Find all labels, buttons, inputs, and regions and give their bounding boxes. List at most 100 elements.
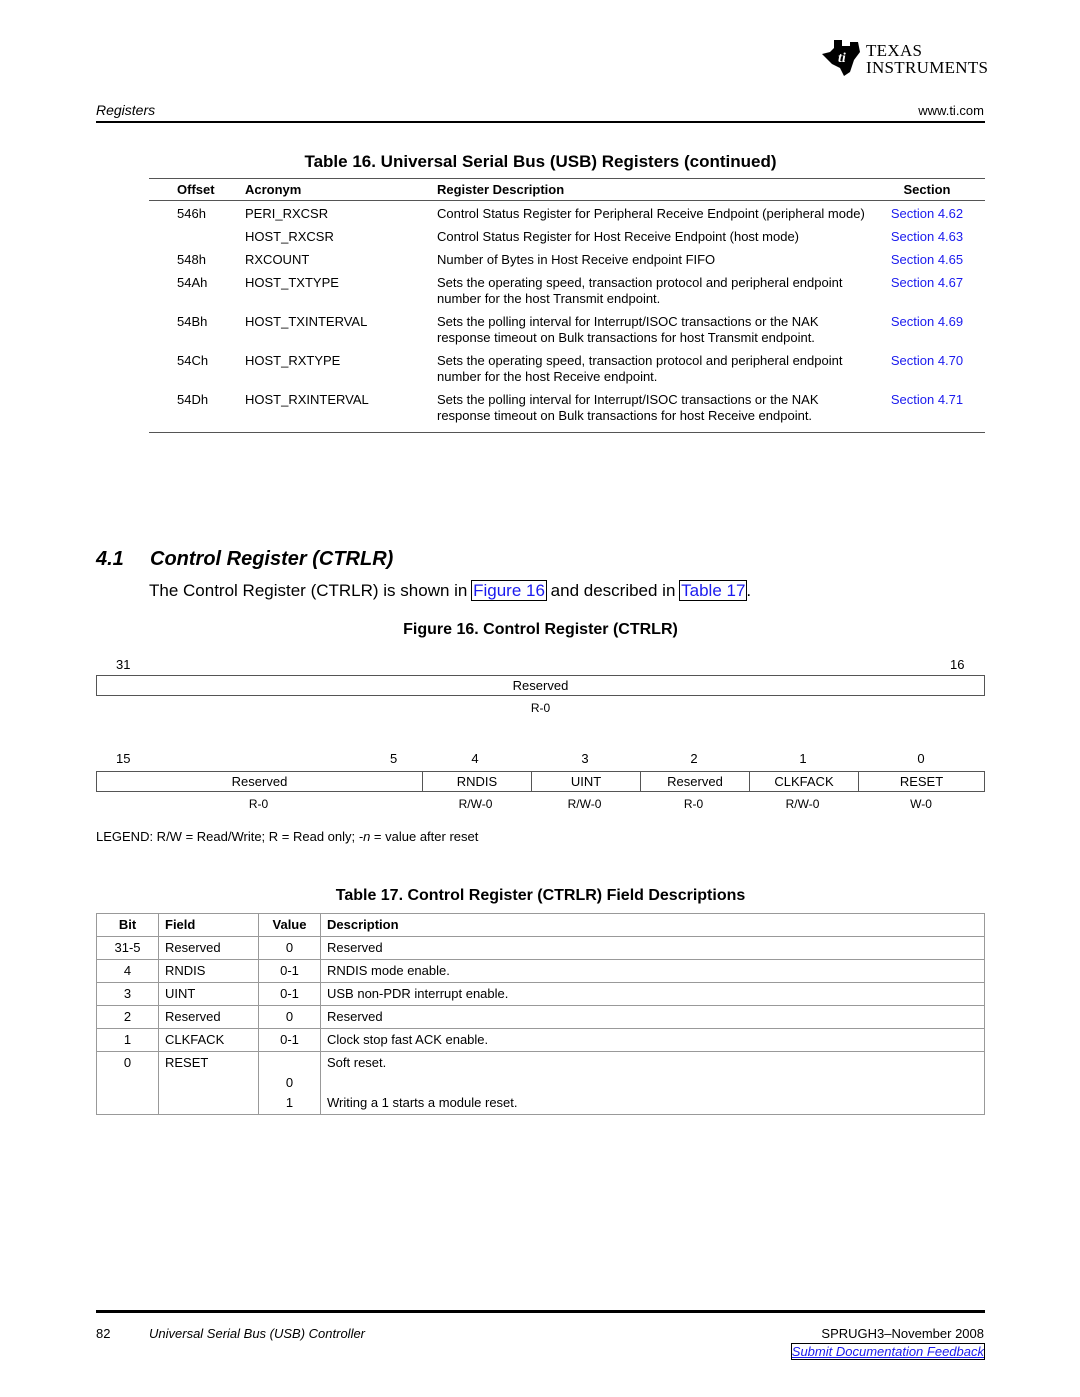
field-cell: RNDIS [158, 959, 259, 983]
footer-rule [96, 1310, 985, 1313]
col-bit: Bit [96, 913, 159, 937]
section-link[interactable]: Section 4.62 [891, 206, 963, 221]
description-cell: Reserved [320, 936, 985, 960]
footer-doc-id: SPRUGH3–November 2008 [821, 1326, 984, 1341]
value-cell: 1 [258, 1094, 321, 1115]
value-cell: 0-1 [258, 1028, 321, 1052]
register-field-reset: RESET [858, 772, 984, 791]
value-cell: 0 [258, 1005, 321, 1029]
legend-n: -n [358, 829, 371, 844]
description-cell: USB non-PDR interrupt enable. [320, 982, 985, 1006]
section-link[interactable]: Section 4.65 [891, 252, 963, 267]
empty-cell [96, 1094, 159, 1115]
table17-header-row: Bit Field Value Description [96, 913, 985, 937]
legend-text: LEGEND: R/W = Read/Write; R = Read only; [96, 829, 359, 844]
figure16-title: Figure 16. Control Register (CTRLR) [403, 621, 678, 638]
ti-wordmark: Texas Instruments [866, 41, 989, 77]
description-cell: Reserved [320, 1005, 985, 1029]
acronym-cell: HOST_RXINTERVAL [245, 387, 437, 433]
table17-row: 1 CLKFACK 0-1 Clock stop fast ACK enable. [96, 1028, 985, 1052]
col-register-description: Register Description [437, 178, 869, 201]
value-cell: 0 [258, 1074, 321, 1094]
offset-cell [149, 224, 245, 247]
table16-row: HOST_RXCSR Control Status Register for Ho… [149, 224, 985, 247]
field-cell: UINT [158, 982, 259, 1006]
register-field-reserved-2: Reserved [640, 772, 749, 791]
table17-row: 0 RESET Soft reset. [96, 1051, 985, 1074]
col-acronym: Acronym [245, 178, 437, 201]
col-offset: Offset [149, 178, 245, 201]
section-link[interactable]: Section 4.69 [891, 314, 963, 329]
offset-cell: 546h [177, 206, 206, 221]
section-link[interactable]: Section 4.63 [891, 229, 963, 244]
section-number: 4.1 [96, 548, 124, 570]
bit-cell: 1 [96, 1028, 159, 1052]
bit-cell: 0 [96, 1051, 159, 1074]
field-cell: Reserved [158, 936, 259, 960]
section-link[interactable]: Section 4.71 [891, 392, 963, 407]
description-cell: Control Status Register for Peripheral R… [437, 206, 865, 221]
description-cell: Clock stop fast ACK enable. [320, 1028, 985, 1052]
bit-cell: 2 [96, 1005, 159, 1029]
bit-label-3: 3 [581, 751, 589, 766]
submit-feedback-link[interactable]: Submit Documentation Feedback [790, 1343, 986, 1360]
register-field-reserved: Reserved [231, 774, 288, 789]
bit-label-16: 16 [950, 657, 965, 672]
register-legend: LEGEND: R/W = Read/Write; R = Read only;… [96, 829, 478, 844]
register-field-rndis: RNDIS [422, 772, 531, 791]
figure16-link[interactable]: Figure 16 [471, 580, 547, 601]
intro-text: . [746, 581, 752, 600]
bit-cell: 3 [96, 982, 159, 1006]
field-cell: Reserved [158, 1005, 259, 1029]
description-cell: Sets the polling interval for Interrupt/… [437, 314, 819, 345]
acronym-cell: HOST_RXTYPE [245, 353, 341, 368]
section-intro: The Control Register (CTRLR) is shown in… [149, 580, 752, 601]
table17-link[interactable]: Table 17 [679, 580, 748, 601]
access-reset: W-0 [910, 797, 932, 811]
header-site: www.ti.com [918, 103, 984, 118]
offset-cell: 54Bh [177, 314, 208, 329]
section-link[interactable]: Section 4.67 [891, 275, 963, 290]
acronym-cell: HOST_TXTYPE [245, 275, 339, 290]
empty-cell [158, 1094, 259, 1115]
footer-doc-title: Universal Serial Bus (USB) Controller [149, 1326, 366, 1341]
access-uint: R/W-0 [567, 797, 602, 811]
bit-label-1: 1 [799, 751, 807, 766]
header-rule [96, 121, 985, 123]
page-number: 82 [96, 1326, 111, 1341]
access-reserved-2: R-0 [683, 797, 704, 811]
acronym-cell: PERI_RXCSR [245, 206, 329, 221]
offset-cell: 54Ch [177, 353, 209, 368]
bit-label-2: 2 [690, 751, 698, 766]
description-cell [320, 1074, 985, 1094]
table17-title: Table 17. Control Register (CTRLR) Field… [335, 887, 746, 904]
section-cell: Section 4.69 [869, 309, 985, 348]
table16-row: 546h PERI_RXCSR Control Status Register fo… [149, 201, 985, 225]
offset-cell: 54Dh [149, 387, 245, 433]
ti-logo: ti Texas Instruments [820, 38, 989, 82]
value-cell: 0-1 [258, 982, 321, 1006]
empty-cell [96, 1074, 159, 1094]
section-link[interactable]: Section 4.70 [891, 353, 963, 368]
description-cell: Sets the operating speed, transaction pr… [437, 353, 843, 384]
table17: Bit Field Value Description 31-5 Reserved… [96, 913, 985, 1115]
header-section-label: Registers [96, 102, 156, 118]
description-cell: Number of Bytes in Host Receive endpoint… [437, 252, 716, 267]
table17-reset-subrow: 0 [96, 1074, 985, 1094]
table17-reset-subrow: 1 Writing a 1 starts a module reset. [96, 1094, 985, 1115]
table17-row: 31-5 Reserved 0 Reserved [96, 936, 985, 960]
section-cell: Section 4.63 [869, 224, 985, 247]
value-cell: 0-1 [258, 959, 321, 983]
table16-title: Table 16. Universal Serial Bus (USB) Reg… [304, 152, 777, 171]
acronym-cell: HOST_RXCSR [245, 229, 334, 244]
register-field-uint: UINT [531, 772, 640, 791]
section-cell: Section 4.67 [869, 270, 985, 309]
intro-text: The Control Register (CTRLR) is shown in [149, 581, 473, 600]
table17-row: 4 RNDIS 0-1 RNDIS mode enable. [96, 959, 985, 983]
bit-label-31: 31 [116, 657, 131, 672]
ti-state-icon: ti [822, 40, 860, 76]
bit-cell: 4 [96, 959, 159, 983]
value-cell: 0 [258, 936, 321, 960]
table16-row: 54Ch HOST_RXTYPE Sets the operating speed,… [149, 348, 985, 387]
access-upper: R-0 [530, 701, 551, 715]
